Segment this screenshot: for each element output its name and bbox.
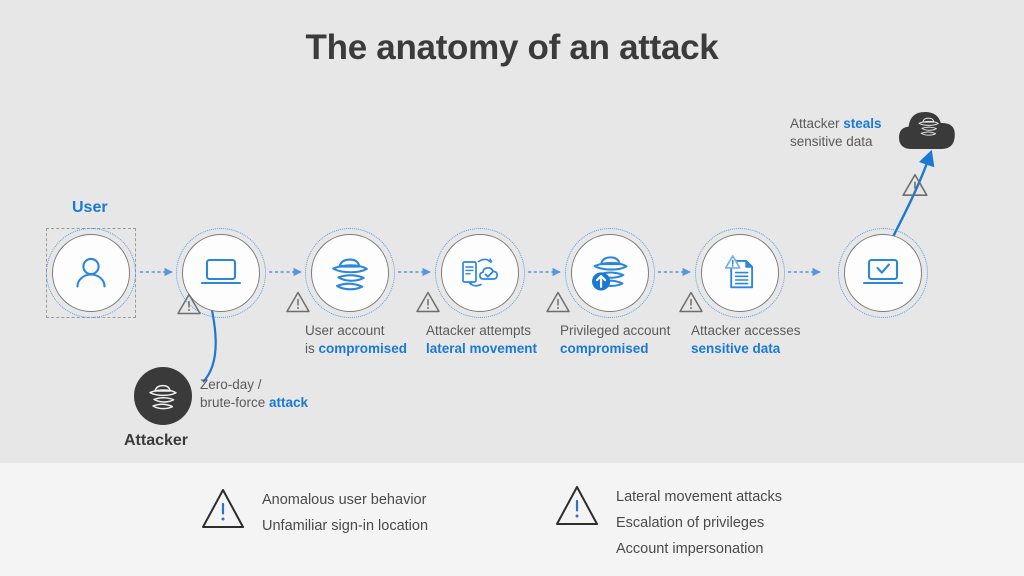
caption-node5-line2: compromised — [560, 340, 670, 358]
legend-left-items: Anomalous user behavior Unfamiliar sign-… — [262, 487, 428, 539]
attacker-caption-plain: brute-force — [200, 395, 270, 410]
caption-node5-accent: compromised — [560, 341, 649, 356]
legend-right-item-0: Lateral movement attacks — [616, 489, 783, 505]
legend-right-items: Lateral movement attacks Escalation of p… — [616, 484, 782, 562]
attacker-node[interactable] — [134, 367, 192, 425]
server-cloud-sync-icon — [442, 235, 518, 311]
attacker-label: Attacker — [124, 432, 189, 449]
attacker-caption-accent: attack — [269, 395, 309, 410]
warning-triangle-node4 — [415, 290, 441, 314]
spy-elevated-icon — [572, 235, 648, 311]
caption-node5-line1: Privileged account — [560, 323, 671, 338]
person-icon — [53, 235, 129, 311]
legend-left: Anomalous user behavior Unfamiliar sign-… — [200, 487, 428, 539]
legend-band — [0, 463, 1024, 576]
caption-node4-line1: Attacker attempts — [426, 323, 532, 338]
caption-node3-line1: User account — [305, 323, 385, 338]
legend-right: Lateral movement attacks Escalation of p… — [554, 484, 782, 562]
page-title: The anatomy of an attack — [305, 28, 719, 67]
caption-node6-line1: Attacker accesses — [691, 323, 801, 338]
node-sensitive-data[interactable] — [701, 234, 779, 312]
cloud-caption-line2: sensitive data — [790, 134, 873, 149]
node-lateral-movement[interactable] — [441, 234, 519, 312]
caption-node4-line2: lateral movement — [426, 340, 537, 358]
caption-node6-line2: sensitive data — [691, 340, 801, 358]
attacker-caption: Zero-day / brute-force attack — [200, 376, 308, 412]
node-endpoint-verified[interactable] — [844, 234, 922, 312]
laptop-check-icon — [845, 235, 921, 311]
caption-node5: Privileged account compromised — [560, 322, 670, 358]
cloud-caption-line1: Attacker steals — [790, 115, 882, 133]
legend-right-item-2: Account impersonation — [616, 541, 764, 557]
cloud-caption-plain: Attacker — [790, 116, 844, 131]
cloud-caption-accent: steals — [843, 116, 882, 131]
caption-node4-accent: lateral movement — [426, 341, 538, 356]
warning-triangle-icon-right — [554, 484, 600, 528]
user-label: User — [72, 199, 108, 216]
warning-triangle-node5 — [545, 290, 571, 314]
legend-right-item-1: Escalation of privileges — [616, 515, 765, 531]
diagram-canvas: The anatomy of an attack User Attacker Z… — [0, 0, 1024, 576]
warning-triangle-node2 — [176, 292, 202, 316]
document-warning-icon — [702, 235, 778, 311]
caption-node3: User account is compromised — [305, 322, 407, 358]
legend-left-item-0: Anomalous user behavior — [262, 492, 427, 508]
caption-node3-plain: is — [305, 341, 319, 356]
warning-triangle-node3 — [285, 290, 311, 314]
caption-node3-accent: compromised — [318, 341, 408, 356]
caption-node6: Attacker accesses sensitive data — [691, 322, 801, 358]
node-user-account-compromised[interactable] — [311, 234, 389, 312]
caption-node6-accent: sensitive data — [691, 341, 781, 356]
attacker-cloud[interactable] — [894, 101, 964, 153]
caption-node3-line2: is compromised — [305, 340, 407, 358]
spy-hat-icon — [312, 235, 388, 311]
caption-node4: Attacker attempts lateral movement — [426, 322, 537, 358]
node-privileged-account[interactable] — [571, 234, 649, 312]
attacker-caption-line1: Zero-day / — [200, 377, 262, 392]
cloud-caption: Attacker steals sensitive data — [790, 115, 882, 151]
warning-triangle-exfil — [901, 172, 929, 198]
spy-hat-icon-dark — [134, 367, 192, 425]
warning-triangle-node6 — [678, 290, 704, 314]
attacker-caption-line2: brute-force attack — [200, 394, 308, 412]
legend-left-item-1: Unfamiliar sign-in location — [262, 518, 429, 534]
warning-triangle-icon-left — [200, 487, 246, 531]
node-user[interactable] — [52, 234, 130, 312]
